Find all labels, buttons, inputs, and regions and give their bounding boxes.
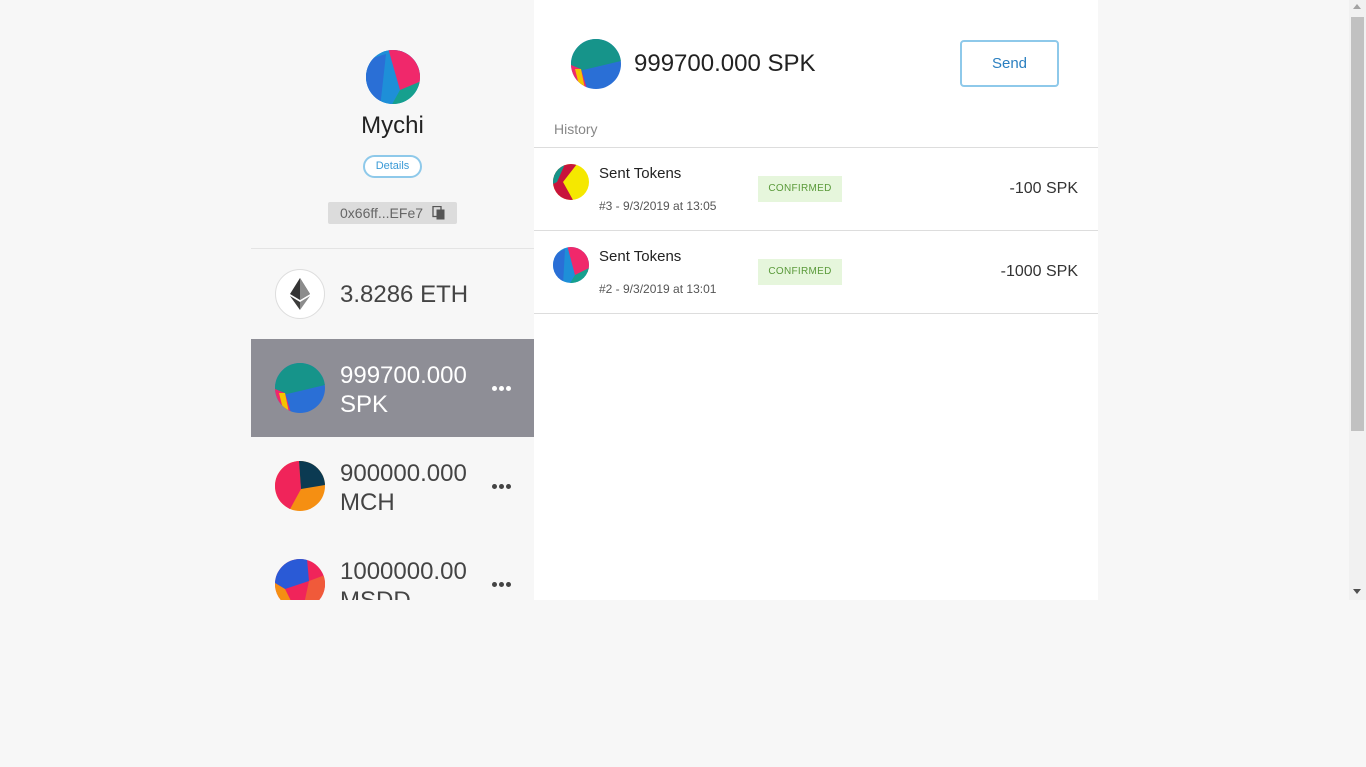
status-badge: CONFIRMED <box>758 259 842 285</box>
transaction-meta: #2 - 9/3/2019 at 13:01 <box>599 282 717 296</box>
scrollbar-thumb[interactable] <box>1351 17 1364 431</box>
token-header: 999700.000 SPK Send History <box>534 0 1098 148</box>
address-text: 0x66ff...EFe7 <box>340 205 424 221</box>
copy-icon[interactable] <box>432 206 446 220</box>
recipient-avatar-icon <box>553 164 589 200</box>
account-avatar-icon <box>366 50 420 104</box>
sidebar: Mychi Details 0x66ff...EFe7 3.8286 ETH 9… <box>251 0 534 600</box>
status-badge: CONFIRMED <box>758 176 842 202</box>
transaction-row[interactable]: Sent Tokens #3 - 9/3/2019 at 13:05 CONFI… <box>534 148 1098 231</box>
ethereum-icon <box>275 269 325 319</box>
profile-panel: Mychi Details 0x66ff...EFe7 <box>251 0 534 249</box>
token-amount: 3.8286 ETH <box>340 281 469 308</box>
transaction-value: -1000 SPK <box>1000 263 1078 280</box>
details-button[interactable]: Details <box>363 155 422 178</box>
token-item-eth[interactable]: 3.8286 ETH <box>251 249 534 339</box>
transaction-title: Sent Tokens <box>599 248 682 265</box>
page-scrollbar[interactable] <box>1349 0 1366 600</box>
token-amount: 900000.000 MCH <box>340 460 467 516</box>
msdd-token-icon <box>275 559 325 600</box>
main-panel: 999700.000 SPK Send History Sent Tokens … <box>534 0 1098 600</box>
transaction-value: -100 SPK <box>1009 180 1078 197</box>
token-item-msdd[interactable]: 1000000.00 MSDD <box>251 535 534 600</box>
token-amount: 1000000.00 MSDD <box>340 558 467 600</box>
token-list: 3.8286 ETH 999700.000 SPK 900000.000 MCH… <box>251 249 534 600</box>
transaction-meta: #3 - 9/3/2019 at 13:05 <box>599 199 717 213</box>
scroll-down-icon[interactable] <box>1353 589 1361 594</box>
token-amount: 999700.000 SPK <box>340 362 467 418</box>
account-name: Mychi <box>361 112 424 139</box>
scroll-up-icon[interactable] <box>1353 4 1361 9</box>
wallet-app: Mychi Details 0x66ff...EFe7 3.8286 ETH 9… <box>251 0 1098 600</box>
more-options-icon[interactable] <box>492 481 512 491</box>
mch-token-icon <box>275 461 325 511</box>
more-options-icon[interactable] <box>492 383 512 393</box>
transaction-row[interactable]: Sent Tokens #2 - 9/3/2019 at 13:01 CONFI… <box>534 231 1098 314</box>
history-heading: History <box>554 121 598 137</box>
token-item-spk[interactable]: 999700.000 SPK <box>251 339 534 437</box>
address-copy-field[interactable]: 0x66ff...EFe7 <box>328 202 457 224</box>
spk-token-icon <box>275 363 325 413</box>
token-balance: 999700.000 SPK <box>634 50 816 77</box>
more-options-icon[interactable] <box>492 579 512 589</box>
send-button[interactable]: Send <box>960 40 1059 87</box>
token-item-mch[interactable]: 900000.000 MCH <box>251 437 534 535</box>
transaction-title: Sent Tokens <box>599 165 682 182</box>
recipient-avatar-icon <box>553 247 589 283</box>
spk-token-icon <box>571 39 621 89</box>
